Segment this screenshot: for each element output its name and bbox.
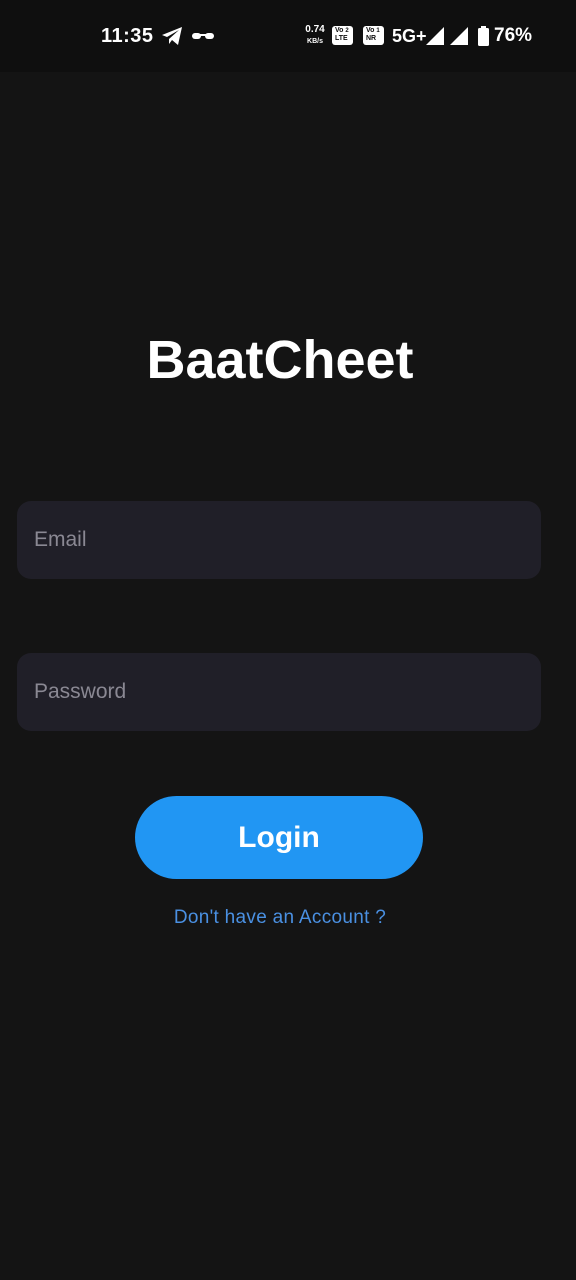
incognito-icon: [192, 33, 214, 39]
app-title: BaatCheet: [146, 330, 414, 390]
status-time: 11:35: [101, 25, 154, 47]
network-speed: 0.74 KB/s: [303, 25, 327, 47]
sim1-badge-top: Vo: [335, 27, 344, 34]
sim2-badge-top: Vo: [366, 27, 375, 34]
login-button[interactable]: Login: [135, 796, 423, 879]
sim1-badge-bottom: LTE: [335, 35, 348, 42]
sim2-badge-sup: 1: [376, 28, 380, 34]
sim2-badge-bottom: NR: [366, 35, 377, 42]
network-speed-unit: KB/s: [307, 38, 323, 45]
telegram-icon: [162, 27, 182, 45]
sim1-badge-sup: 2: [345, 28, 349, 34]
login-screen: 11:35 0.74 KB/s Vo 2 LTE Vo 1 NR 5G+ 76%…: [0, 0, 576, 1280]
email-field[interactable]: [17, 501, 541, 579]
signup-link[interactable]: Don't have an Account ?: [0, 906, 560, 930]
status-bar: 11:35 0.74 KB/s Vo 2 LTE Vo 1 NR 5G+ 76%: [0, 0, 576, 72]
signal-strength-icon: [426, 27, 444, 45]
battery-icon: [478, 26, 489, 46]
signal-strength-icon: [450, 27, 468, 45]
battery-percent: 76%: [494, 25, 533, 46]
network-speed-value: 0.74: [305, 24, 325, 35]
network-type: 5G+: [392, 26, 427, 46]
sim2-vonr-badge: Vo 1 NR: [363, 26, 384, 45]
password-field[interactable]: [17, 653, 541, 731]
sim1-volte-badge: Vo 2 LTE: [332, 26, 353, 45]
